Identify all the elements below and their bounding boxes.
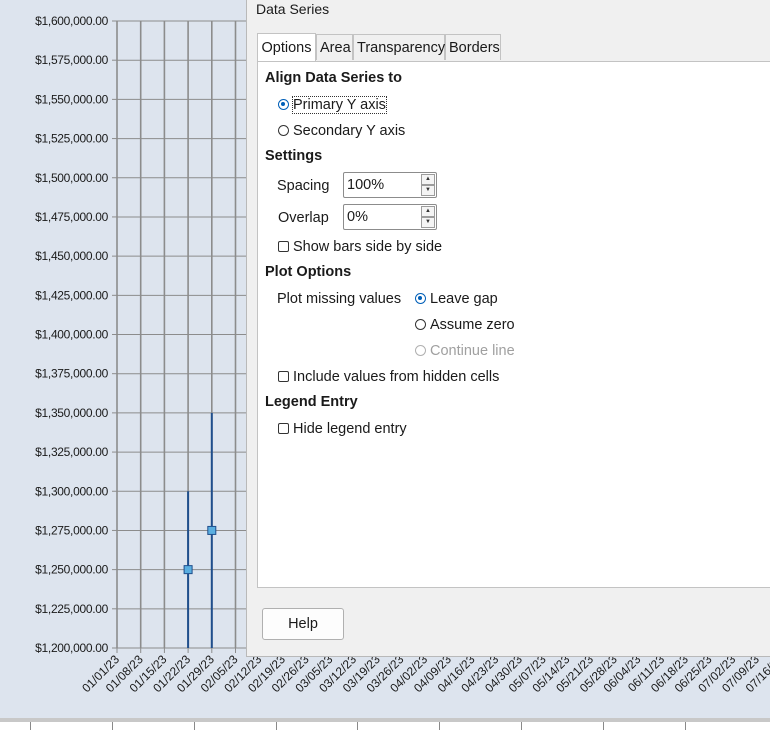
- secondary-y-axis-radio[interactable]: Secondary Y axis: [278, 121, 405, 141]
- plot-options-section-title: Plot Options: [265, 264, 352, 280]
- checkbox-icon: [278, 241, 289, 252]
- sheet-ruler-strip: [0, 718, 770, 730]
- y-tick-label: $1,325,000.00: [35, 445, 108, 459]
- y-tick-label: $1,475,000.00: [35, 210, 108, 224]
- radio-selected-icon: [278, 99, 289, 110]
- y-tick-label: $1,350,000.00: [35, 406, 108, 420]
- spin-up-icon[interactable]: ▲: [421, 206, 435, 217]
- spin-down-icon[interactable]: ▼: [421, 185, 435, 196]
- y-tick-label: $1,525,000.00: [35, 132, 108, 146]
- include-hidden-label: Include values from hidden cells: [293, 369, 500, 385]
- y-tick-label: $1,500,000.00: [35, 171, 108, 185]
- spacing-label: Spacing: [277, 178, 330, 194]
- y-tick-label: $1,550,000.00: [35, 92, 108, 106]
- y-tick-label: $1,275,000.00: [35, 523, 108, 537]
- leave-gap-radio[interactable]: Leave gap: [415, 289, 498, 309]
- y-tick-label: $1,425,000.00: [35, 288, 108, 302]
- y-tick-label: $1,300,000.00: [35, 484, 108, 498]
- checkbox-icon: [278, 371, 289, 382]
- y-tick-label: $1,600,000.00: [35, 14, 108, 28]
- y-tick-label: $1,225,000.00: [35, 602, 108, 616]
- primary-y-axis-label: Primary Y axis: [292, 96, 387, 114]
- ruler-tick: [112, 722, 113, 730]
- options-panel: Align Data Series to Primary Y axis Seco…: [257, 61, 770, 588]
- hide-legend-label: Hide legend entry: [293, 421, 407, 437]
- leave-gap-label: Leave gap: [430, 291, 498, 307]
- continue-line-radio: Continue line: [415, 341, 515, 361]
- tab-borders[interactable]: Borders: [445, 34, 501, 60]
- data-series-dialog: Data Series Options Area Transparency Bo…: [246, 0, 770, 657]
- secondary-y-axis-label: Secondary Y axis: [293, 123, 406, 139]
- y-tick-label: $1,250,000.00: [35, 563, 108, 577]
- spin-down-icon[interactable]: ▼: [421, 217, 435, 228]
- ruler-tick: [30, 722, 31, 730]
- y-tick-label: $1,450,000.00: [35, 249, 108, 263]
- series-marker: [207, 525, 217, 535]
- primary-y-axis-radio[interactable]: Primary Y axis: [278, 95, 387, 115]
- continue-line-label: Continue line: [430, 343, 515, 359]
- ruler-tick: [521, 722, 522, 730]
- assume-zero-radio[interactable]: Assume zero: [415, 315, 515, 335]
- y-tick-label: $1,375,000.00: [35, 367, 108, 381]
- tab-options[interactable]: Options: [257, 33, 316, 61]
- ruler-tick: [357, 722, 358, 730]
- ruler-tick: [276, 722, 277, 730]
- overlap-label: Overlap: [278, 210, 329, 226]
- overlap-stepper[interactable]: 0% ▲ ▼: [343, 204, 437, 230]
- show-bars-checkbox[interactable]: Show bars side by side: [278, 237, 442, 257]
- dialog-title: Data Series: [256, 1, 330, 17]
- overlap-value: 0%: [347, 209, 368, 225]
- tab-transparency[interactable]: Transparency: [353, 34, 445, 60]
- series-marker: [183, 565, 193, 575]
- plot-missing-label: Plot missing values: [277, 291, 402, 307]
- spin-up-icon[interactable]: ▲: [421, 174, 435, 185]
- y-tick-label: $1,200,000.00: [35, 641, 108, 655]
- hide-legend-checkbox[interactable]: Hide legend entry: [278, 419, 407, 439]
- help-button[interactable]: Help: [262, 608, 344, 640]
- radio-empty-icon: [415, 319, 426, 330]
- assume-zero-label: Assume zero: [430, 317, 515, 333]
- y-tick-label: $1,575,000.00: [35, 53, 108, 67]
- radio-disabled-icon: [415, 345, 426, 356]
- legend-section-title: Legend Entry: [265, 394, 358, 410]
- y-tick-label: $1,400,000.00: [35, 328, 108, 342]
- include-hidden-checkbox[interactable]: Include values from hidden cells: [278, 367, 499, 387]
- show-bars-label: Show bars side by side: [293, 239, 443, 255]
- checkbox-icon: [278, 423, 289, 434]
- spacing-stepper[interactable]: 100% ▲ ▼: [343, 172, 437, 198]
- ruler-tick: [439, 722, 440, 730]
- tab-area[interactable]: Area: [316, 34, 353, 60]
- radio-selected-icon: [415, 293, 426, 304]
- ruler-tick: [685, 722, 686, 730]
- ruler-tick: [603, 722, 604, 730]
- align-section-title: Align Data Series to: [265, 70, 402, 86]
- radio-empty-icon: [278, 125, 289, 136]
- spacing-value: 100%: [347, 177, 385, 193]
- ruler-tick: [194, 722, 195, 730]
- settings-section-title: Settings: [265, 148, 323, 164]
